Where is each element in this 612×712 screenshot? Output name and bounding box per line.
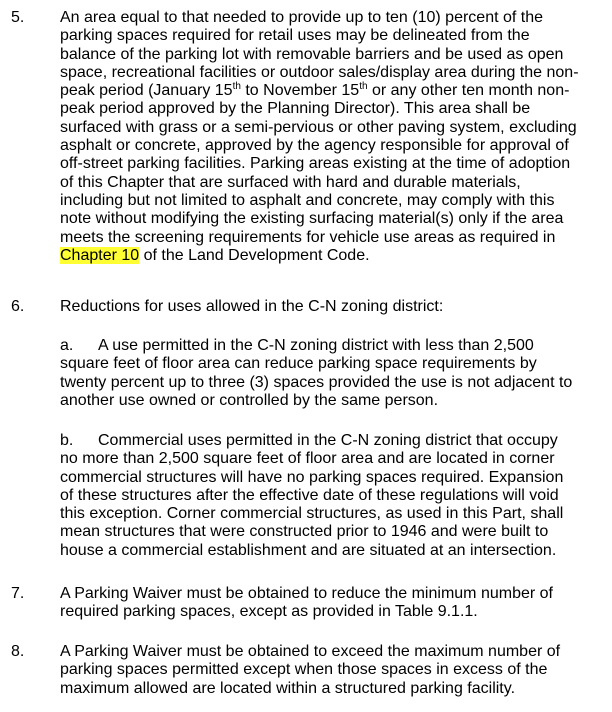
chapter-10-link[interactable]: Chapter 10 [60,246,140,264]
text-line: a. A use permitted in the C-N zoning dist… [60,337,608,355]
text-line: Reductions for uses allowed in the C-N z… [60,298,444,315]
text-fragment: A use permitted in the C-N zoning distri… [98,337,534,354]
text-line: house a commercial establishment and are… [60,541,557,559]
text-line: note without modifying the existing surf… [60,210,564,228]
item-number: 8. [11,643,25,660]
text-line: b. Commercial uses permitted in the C-N z… [60,432,608,450]
text-line: Chapter 10 of the Land Development Code. [60,246,608,265]
text-line: required parking spaces, except as provi… [60,603,478,621]
text-line: of these structures after the effective … [60,486,559,504]
text-line: square feet of floor area can reduce par… [60,355,537,373]
text-line: this exception. Corner commercial struct… [60,505,564,523]
item-text: A Parking Waiver must be obtained to red… [60,585,608,622]
text-line: balance of the parking lot with removabl… [60,45,564,63]
text-line: meets the screening requirements for veh… [60,228,556,246]
text-line: asphalt or concrete, approved by the age… [60,137,569,155]
text-line: parking spaces permitted except when tho… [60,661,548,679]
superscript: th [232,81,241,93]
text-line: peak period (January 15th to November 15… [60,82,608,100]
text-line: twenty percent up to three (3) spaces pr… [60,373,573,391]
text-line: mean structures that were constructed pr… [60,523,549,541]
text-line: commercial structures will have no parki… [60,468,564,486]
text-fragment: of the Land Development Code. [139,246,370,264]
text-line: peak period approved by the Planning Dir… [60,100,531,118]
text-line: off-street parking facilities. Parking a… [60,155,571,173]
sub-item-label: a. [60,337,74,354]
item-number: 5. [11,9,25,26]
text-line: space, recreational facilities or outdoo… [60,63,579,81]
sub-item-text: b. Commercial uses permitted in the C-N z… [60,432,608,560]
item-number: 6. [11,298,25,315]
text-line: maximum allowed are located within a str… [60,679,516,697]
text-line: including but not limited to asphalt and… [60,191,555,209]
text-line: of this Chapter that are surfaced with h… [60,173,521,191]
sub-item-label: b. [60,432,74,449]
text-fragment: to November 15 [240,82,360,100]
item-text: An area equal to that needed to provide … [60,9,608,265]
text-line: parking spaces required for retail uses … [60,27,530,45]
text-line: A Parking Waiver must be obtained to red… [60,585,553,602]
text-line: no more than 2,500 square feet of floor … [60,450,555,468]
item-text: Reductions for uses allowed in the C-N z… [60,298,608,316]
sub-item-text: a. A use permitted in the C-N zoning dist… [60,337,608,410]
item-text: A Parking Waiver must be obtained to exc… [60,643,608,698]
text-fragment: Commercial uses permitted in the C-N zon… [98,432,558,449]
item-number: 7. [11,585,25,602]
text-fragment: or any other ten month non- [367,82,570,100]
text-line: another use owned or controlled by the s… [60,391,439,409]
text-line: A Parking Waiver must be obtained to exc… [60,643,561,660]
superscript: th [359,81,368,93]
text-fragment: peak period (January 15 [60,82,233,100]
text-line: An area equal to that needed to provide … [60,9,544,26]
document-page: 5. An area equal to that needed to provi… [0,0,612,712]
text-line: surfaced with grass or a semi-pervious o… [60,118,577,136]
